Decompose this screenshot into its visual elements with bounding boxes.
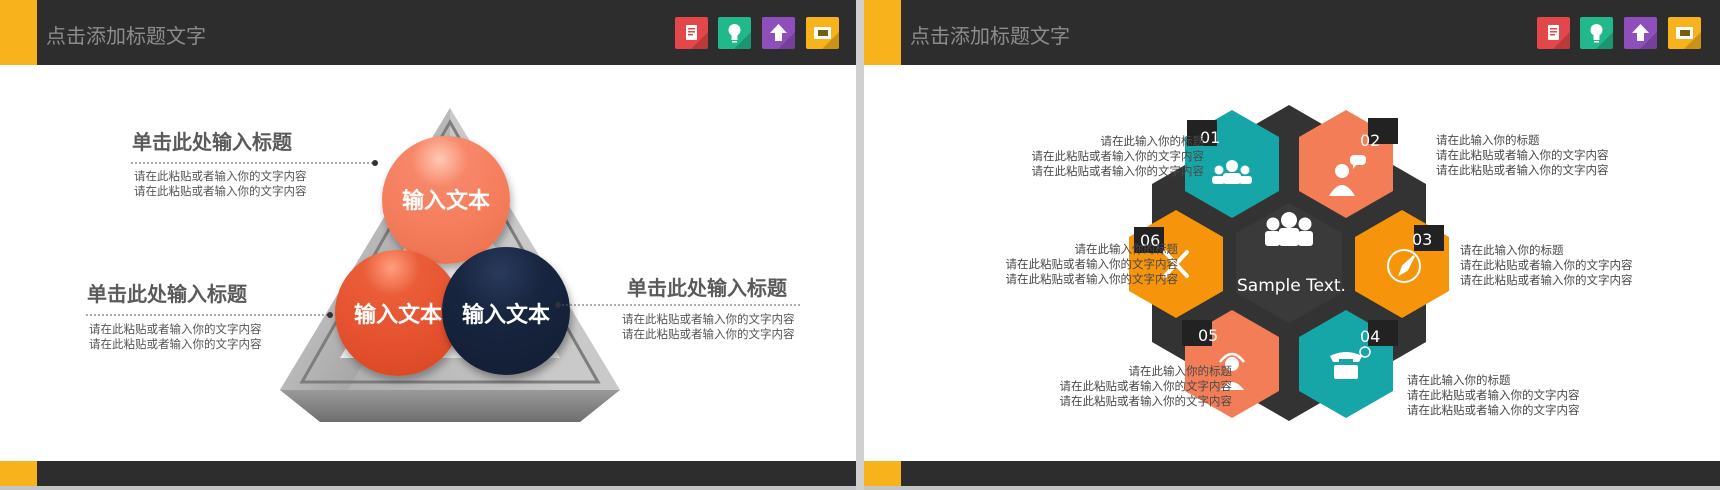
caption-line: 请在此粘贴或者输入你的文字内容 bbox=[1059, 394, 1233, 408]
leader-lines bbox=[86, 160, 800, 318]
slide-left: 点击添加标题文字 输入文本 输入文本 输入文本 单击此处输入标题 请在此粘贴或者… bbox=[0, 0, 856, 490]
slide-bottom-edge bbox=[864, 486, 1720, 490]
block-text-line[interactable]: 请在此粘贴或者输入你的文字内容 bbox=[89, 322, 262, 337]
caption-line: 请在此粘贴或者输入你的文字内容 bbox=[1460, 273, 1633, 287]
caption-title: 请在此输入你的标题 bbox=[1074, 242, 1179, 256]
caption-line: 请在此粘贴或者输入你的文字内容 bbox=[1031, 149, 1205, 163]
header-accent bbox=[864, 0, 901, 65]
center-text[interactable]: Sample Text. bbox=[1237, 276, 1346, 296]
hex-number: 05 bbox=[1198, 326, 1219, 345]
caption-line: 请在此粘贴或者输入你的文字内容 bbox=[1436, 163, 1609, 177]
footer-accent bbox=[864, 461, 901, 486]
hex-number: 03 bbox=[1412, 230, 1433, 249]
block-heading[interactable]: 单击此处输入标题 bbox=[627, 272, 787, 301]
slide-title[interactable]: 点击添加标题文字 bbox=[910, 20, 1070, 49]
caption-line: 请在此粘贴或者输入你的文字内容 bbox=[1460, 258, 1633, 272]
book-icon[interactable] bbox=[1537, 17, 1570, 49]
caption-line: 请在此粘贴或者输入你的文字内容 bbox=[1059, 379, 1233, 393]
slide-right: 点击添加标题文字 01 02 03 04 05 06 Sample Text. … bbox=[864, 0, 1720, 490]
lightbulb-icon[interactable] bbox=[1580, 17, 1613, 49]
caption-block-06[interactable]: 请在此输入你的标题 请在此粘贴或者输入你的文字内容 请在此粘贴或者输入你的文字内… bbox=[928, 242, 1179, 287]
block-text-line[interactable]: 请在此粘贴或者输入你的文字内容 bbox=[134, 169, 307, 184]
card-icon[interactable] bbox=[1668, 17, 1701, 49]
footer-bar bbox=[864, 461, 1720, 486]
caption-title: 请在此输入你的标题 bbox=[1128, 364, 1233, 378]
caption-line: 请在此粘贴或者输入你的文字内容 bbox=[1407, 403, 1580, 417]
header-bar: 点击添加标题文字 bbox=[864, 0, 1720, 65]
block-text-line[interactable]: 请在此粘贴或者输入你的文字内容 bbox=[134, 184, 307, 199]
footer-bar bbox=[0, 461, 856, 486]
caption-title: 请在此输入你的标题 bbox=[1436, 133, 1540, 147]
caption-block-04[interactable]: 请在此输入你的标题 请在此粘贴或者输入你的文字内容 请在此粘贴或者输入你的文字内… bbox=[1407, 373, 1657, 418]
footer-accent bbox=[0, 461, 37, 486]
caption-block-03[interactable]: 请在此输入你的标题 请在此粘贴或者输入你的文字内容 请在此粘贴或者输入你的文字内… bbox=[1460, 243, 1710, 288]
caption-title: 请在此输入你的标题 bbox=[1460, 243, 1564, 257]
caption-line: 请在此粘贴或者输入你的文字内容 bbox=[1005, 257, 1179, 271]
hex-number: 04 bbox=[1360, 327, 1381, 346]
caption-line: 请在此粘贴或者输入你的文字内容 bbox=[1005, 272, 1179, 286]
caption-block-02[interactable]: 请在此输入你的标题 请在此粘贴或者输入你的文字内容 请在此粘贴或者输入你的文字内… bbox=[1436, 133, 1686, 178]
block-text-line[interactable]: 请在此粘贴或者输入你的文字内容 bbox=[622, 312, 795, 327]
caption-line: 请在此粘贴或者输入你的文字内容 bbox=[1407, 388, 1580, 402]
slide-bottom-edge bbox=[0, 486, 856, 490]
caption-line: 请在此粘贴或者输入你的文字内容 bbox=[1436, 148, 1609, 162]
hex-number: 02 bbox=[1360, 131, 1381, 150]
upload-arrow-icon[interactable] bbox=[1624, 17, 1657, 49]
block-text-line[interactable]: 请在此粘贴或者输入你的文字内容 bbox=[622, 327, 795, 342]
block-heading[interactable]: 单击此处输入标题 bbox=[87, 278, 247, 307]
caption-line: 请在此粘贴或者输入你的文字内容 bbox=[1031, 164, 1205, 178]
caption-title: 请在此输入你的标题 bbox=[1407, 373, 1511, 387]
block-text-line[interactable]: 请在此粘贴或者输入你的文字内容 bbox=[89, 337, 262, 352]
block-heading[interactable]: 单击此处输入标题 bbox=[132, 126, 292, 155]
caption-title: 请在此输入你的标题 bbox=[1100, 134, 1205, 148]
caption-block-05[interactable]: 请在此输入你的标题 请在此粘贴或者输入你的文字内容 请在此粘贴或者输入你的文字内… bbox=[982, 364, 1233, 409]
caption-block-01[interactable]: 请在此输入你的标题 请在此粘贴或者输入你的文字内容 请在此粘贴或者输入你的文字内… bbox=[954, 134, 1205, 179]
